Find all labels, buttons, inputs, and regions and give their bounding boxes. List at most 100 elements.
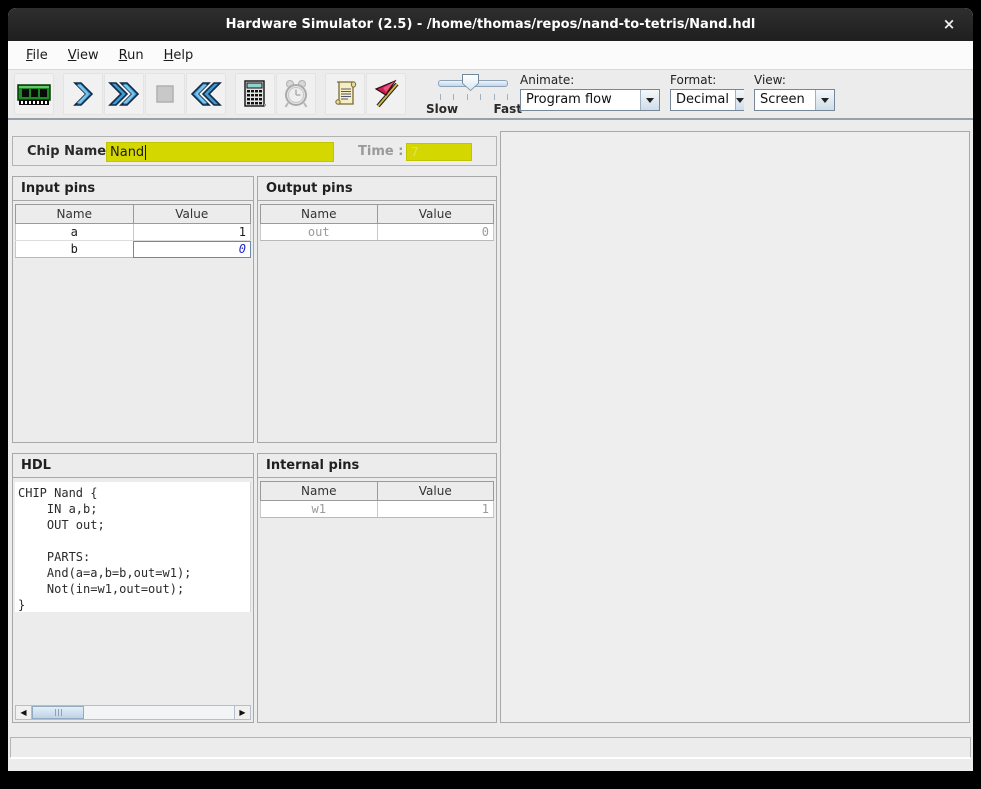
menu-run[interactable]: Run: [111, 45, 152, 66]
slider-ticks: [440, 94, 508, 100]
close-icon[interactable]: ×: [939, 15, 959, 35]
animate-select[interactable]: Program flow: [520, 89, 660, 111]
table-row: b 0: [16, 241, 251, 258]
status-message-bar: [10, 737, 971, 758]
load-script-button[interactable]: [325, 73, 365, 115]
toolbar-combos: Animate: Program flow Format: Decimal Vi…: [520, 73, 835, 111]
pin-name-cell[interactable]: a: [16, 224, 134, 241]
clock-icon: [281, 79, 311, 109]
hdl-horizontal-scrollbar[interactable]: ◀ ▶: [15, 705, 251, 720]
eval-icon: [242, 79, 268, 109]
hdl-code-line: }: [18, 597, 250, 612]
hdl-code-line: Not(in=w1,out=out);: [18, 581, 250, 597]
pin-value-cell[interactable]: 1: [133, 224, 251, 241]
output-pins-table: Name Value out 0: [260, 204, 494, 241]
chevron-down-icon[interactable]: [815, 90, 834, 110]
load-chip-icon: [17, 81, 51, 107]
text-caret: [145, 145, 146, 160]
reset-button[interactable]: [186, 73, 226, 115]
single-step-button[interactable]: [63, 73, 103, 115]
eval-button[interactable]: [235, 73, 275, 115]
hdl-code-line: IN a,b;: [18, 501, 250, 517]
format-value: Decimal: [671, 90, 735, 110]
screen-view-panel: [500, 131, 970, 723]
pin-value-cell: 0: [377, 224, 494, 241]
run-icon: [107, 80, 141, 108]
chevron-down-icon[interactable]: [735, 90, 744, 110]
single-step-icon: [70, 80, 96, 108]
view-value: Screen: [755, 90, 815, 110]
scroll-right-icon[interactable]: ▶: [234, 706, 250, 719]
toolbar: Slow Fast Animate: Program flow Format: …: [8, 70, 973, 120]
stop-button: [145, 73, 185, 115]
column-header-name: Name: [261, 205, 378, 224]
column-header-name: Name: [261, 482, 378, 501]
time-label: Time :: [358, 144, 403, 159]
menu-view[interactable]: View: [60, 45, 107, 66]
title-bar: Hardware Simulator (2.5) - /home/thomas/…: [8, 8, 973, 41]
load-script-icon: [331, 79, 359, 109]
internal-pins-panel: Internal pins Name Value w1 1: [257, 453, 497, 723]
clock-button: [276, 73, 316, 115]
animate-group: Animate: Program flow: [520, 73, 660, 111]
menu-help[interactable]: Help: [156, 45, 202, 66]
slider-fast-label: Fast: [494, 102, 522, 116]
hdl-code-view[interactable]: CHIP Nand { IN a,b; OUT out; PARTS: And(…: [15, 482, 251, 612]
breakpoints-button[interactable]: [366, 73, 406, 115]
format-select[interactable]: Decimal: [670, 89, 744, 111]
column-header-value: Value: [133, 205, 251, 224]
menu-file[interactable]: File: [18, 45, 56, 66]
scrollbar-track[interactable]: [84, 706, 234, 719]
scrollbar-thumb[interactable]: [32, 706, 84, 719]
hdl-code-line: And(a=a,b=b,out=w1);: [18, 565, 250, 581]
view-label: View:: [754, 73, 835, 87]
chip-name-bar: Chip Name : Nand Time : 7: [12, 136, 497, 166]
hdl-code-line: OUT out;: [18, 517, 250, 533]
load-chip-button[interactable]: [14, 73, 54, 115]
column-header-value: Value: [377, 205, 494, 224]
stop-icon: [154, 83, 176, 105]
column-header-value: Value: [377, 482, 494, 501]
app-window: Hardware Simulator (2.5) - /home/thomas/…: [8, 8, 973, 771]
pin-value-cell-editing[interactable]: 0: [133, 241, 251, 258]
output-pins-title: Output pins: [258, 177, 496, 201]
pin-value-cell: 1: [377, 501, 494, 518]
table-row: out 0: [261, 224, 494, 241]
hdl-code-line: PARTS:: [18, 549, 250, 565]
hdl-title: HDL: [13, 454, 253, 478]
slider-thumb[interactable]: [462, 74, 479, 91]
chip-name-input[interactable]: Nand: [106, 142, 334, 162]
internal-pins-table: Name Value w1 1: [260, 481, 494, 518]
pin-name-cell[interactable]: b: [16, 241, 134, 258]
hdl-code-line: [18, 533, 250, 549]
scroll-left-icon[interactable]: ◀: [16, 706, 32, 719]
pin-name-cell: out: [261, 224, 378, 241]
hdl-panel: HDL CHIP Nand { IN a,b; OUT out; PARTS: …: [12, 453, 254, 723]
internal-pins-title: Internal pins: [258, 454, 496, 478]
column-header-name: Name: [16, 205, 134, 224]
menu-bar: File View Run Help: [8, 41, 973, 70]
window-title: Hardware Simulator (2.5) - /home/thomas/…: [226, 17, 756, 32]
chevron-down-icon[interactable]: [640, 90, 659, 110]
table-row: a 1: [16, 224, 251, 241]
time-value-field: 7: [406, 143, 472, 161]
input-pins-title: Input pins: [13, 177, 253, 201]
view-group: View: Screen: [754, 73, 835, 111]
view-select[interactable]: Screen: [754, 89, 835, 111]
pin-name-cell: w1: [261, 501, 378, 518]
toolbar-buttons: [14, 73, 407, 115]
output-pins-panel: Output pins Name Value out 0: [257, 176, 497, 443]
table-row: w1 1: [261, 501, 494, 518]
animate-value: Program flow: [521, 90, 640, 110]
hdl-code-line: CHIP Nand {: [18, 485, 250, 501]
reset-icon: [189, 80, 223, 108]
breakpoints-icon: [371, 79, 401, 109]
input-pins-panel: Input pins Name Value a 1 b 0: [12, 176, 254, 443]
format-label: Format:: [670, 73, 744, 87]
run-button[interactable]: [104, 73, 144, 115]
slider-slow-label: Slow: [426, 102, 458, 116]
format-group: Format: Decimal: [670, 73, 744, 111]
input-pins-table: Name Value a 1 b 0: [15, 204, 251, 258]
chip-name-label: Chip Name :: [27, 144, 116, 159]
speed-slider[interactable]: Slow Fast: [426, 74, 522, 118]
